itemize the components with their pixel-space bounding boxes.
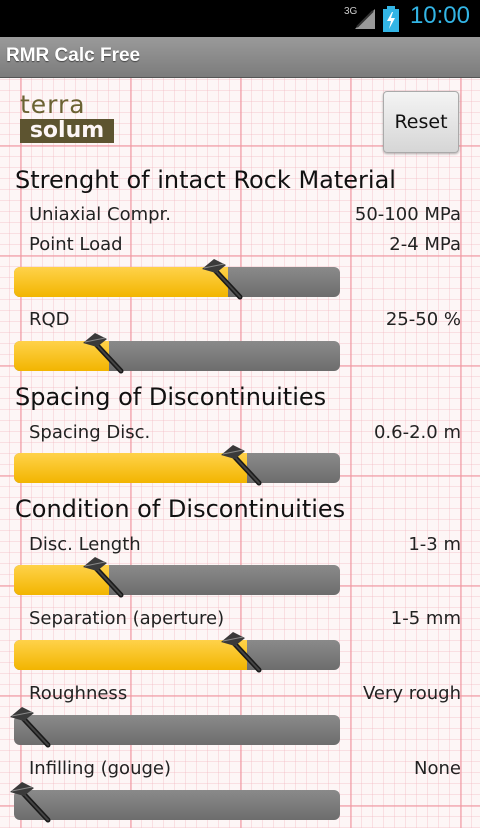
row-value-point-load: 2-4 MPa (389, 234, 461, 255)
row-value-infilling: None (414, 758, 461, 779)
row-label-rqd: RQD (29, 309, 70, 330)
point-load-slider[interactable] (14, 259, 340, 300)
battery-charging-icon (383, 6, 399, 32)
section-title-condition: Condition of Discontinuities (15, 495, 346, 523)
slider-fill (14, 640, 247, 670)
action-bar: RMR Calc Free (0, 37, 480, 78)
row-label-infilling: Infilling (gouge) (29, 758, 172, 779)
row-value-spacing-disc: 0.6-2.0 m (373, 422, 461, 443)
hammer-thumb-icon[interactable] (219, 441, 269, 491)
reset-button[interactable]: Reset (383, 91, 459, 153)
row-value-roughness: Very rough (362, 683, 461, 704)
row-label-spacing-disc: Spacing Disc. (29, 422, 151, 443)
hammer-thumb-icon[interactable] (8, 703, 58, 753)
row-value-rqd: 25-50 % (385, 309, 461, 330)
signal-icon (355, 9, 375, 29)
section-title-spacing: Spacing of Discontinuities (15, 383, 327, 411)
row-value-disc-length: 1-3 m (408, 534, 461, 555)
row-label-point-load: Point Load (29, 234, 123, 255)
status-time: 10:00 (409, 2, 470, 29)
terra-solum-logo: terra solum (20, 90, 114, 143)
roughness-slider[interactable] (10, 707, 340, 748)
slider-fill (14, 267, 228, 297)
hammer-thumb-icon[interactable] (8, 778, 58, 828)
row-label-disc-length: Disc. Length (29, 534, 141, 555)
disc-length-slider[interactable] (14, 557, 340, 598)
slider-fill (14, 453, 247, 483)
separation-slider[interactable] (14, 632, 340, 673)
rqd-slider[interactable] (14, 333, 340, 374)
row-label-separation: Separation (aperture) (29, 608, 225, 629)
hammer-thumb-icon[interactable] (200, 255, 250, 305)
hammer-thumb-icon[interactable] (219, 628, 269, 678)
spacing-disc-slider[interactable] (14, 445, 340, 486)
hammer-thumb-icon[interactable] (81, 329, 131, 379)
hammer-thumb-icon[interactable] (81, 553, 131, 603)
row-value-separation: 1-5 mm (390, 608, 461, 629)
app-title: RMR Calc Free (6, 45, 141, 66)
row-label-roughness: Roughness (29, 683, 128, 704)
row-label-uniaxial: Uniaxial Compr. (29, 204, 172, 225)
status-bar: 3G 10:00 (0, 0, 480, 37)
logo-bottom-text: solum (20, 119, 114, 143)
section-title-strength: Strenght of intact Rock Material (15, 166, 396, 194)
logo-top-text: terra (20, 90, 86, 119)
infilling-slider[interactable] (10, 782, 340, 823)
row-value-uniaxial: 50-100 MPa (354, 204, 461, 225)
